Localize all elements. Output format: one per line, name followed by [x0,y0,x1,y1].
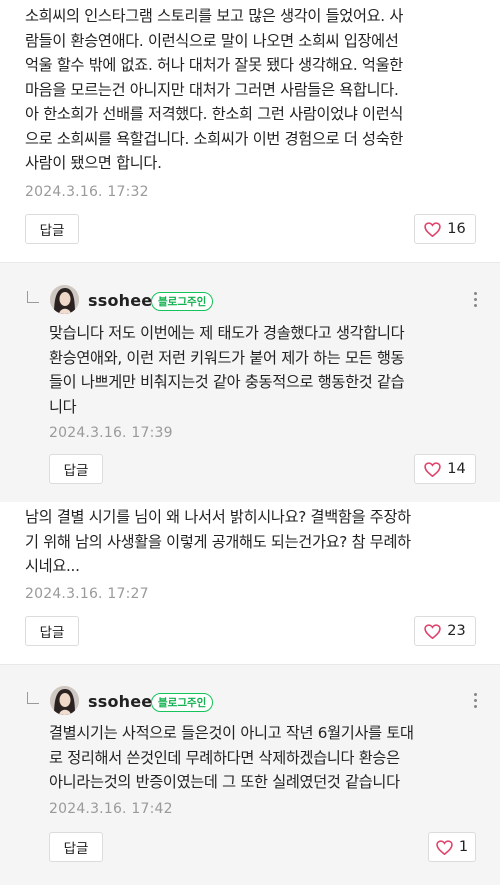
reply-arrow-icon [27,692,39,704]
avatar[interactable] [50,285,79,314]
comment-text: 남의 결별 시기를 님이 왜 나서서 밝히시나요? 결백함을 주장하 기 위해 … [25,508,411,575]
comment-date: 2024.3.16. 17:32 [25,184,149,200]
reply-button[interactable]: 답글 [25,616,79,646]
reply-item: ssohee 블로그주인 맞습니다 저도 이번에는 제 태도가 경솔했다고 생각… [0,263,500,502]
comment-text: 소희씨의 인스타그램 스토리를 보고 많은 생각이 들었어요. 사 람들이 환승… [25,7,404,172]
like-count: 1 [458,839,469,855]
owner-badge: 블로그주인 [151,693,214,712]
like-count: 16 [447,221,466,237]
like-button[interactable]: 16 [414,214,476,244]
owner-badge: 블로그주인 [151,292,214,311]
more-icon[interactable] [472,693,478,709]
reply-date: 2024.3.16. 17:42 [49,801,173,817]
heart-icon [424,461,441,477]
reply-button[interactable]: 답글 [49,832,103,862]
reply-arrow-icon [27,291,39,303]
reply-date: 2024.3.16. 17:39 [49,425,173,441]
reply-button[interactable]: 답글 [25,214,79,244]
heart-icon [424,623,441,639]
comment-date: 2024.3.16. 17:27 [25,586,149,602]
author-name[interactable]: ssohee [88,291,152,310]
heart-icon [424,221,441,237]
comment-item: 남의 결별 시기를 님이 왜 나서서 밝히시나요? 결백함을 주장하 기 위해 … [0,502,500,664]
reply-item: ssohee 블로그주인 결별시기는 사적으로 들은것이 아니고 작년 6월기사… [0,665,500,885]
reply-text: 맞습니다 저도 이번에는 제 태도가 경솔했다고 생각합니다 환승연애와, 이런… [49,324,405,416]
reply-text: 결별시기는 사적으로 들은것이 아니고 작년 6월기사를 토대 로 정리해서 쓴… [49,724,414,791]
like-count: 14 [447,461,466,477]
like-count: 23 [447,623,466,639]
comment-item: 소희씨의 인스타그램 스토리를 보고 많은 생각이 들었어요. 사 람들이 환승… [0,0,500,262]
like-button[interactable]: 14 [414,454,476,484]
heart-icon [436,839,453,855]
author-name[interactable]: ssohee [88,692,152,711]
more-icon[interactable] [472,292,478,308]
like-button[interactable]: 23 [414,616,476,646]
reply-button[interactable]: 답글 [49,454,103,484]
avatar[interactable] [50,686,79,715]
like-button[interactable]: 1 [428,832,476,862]
